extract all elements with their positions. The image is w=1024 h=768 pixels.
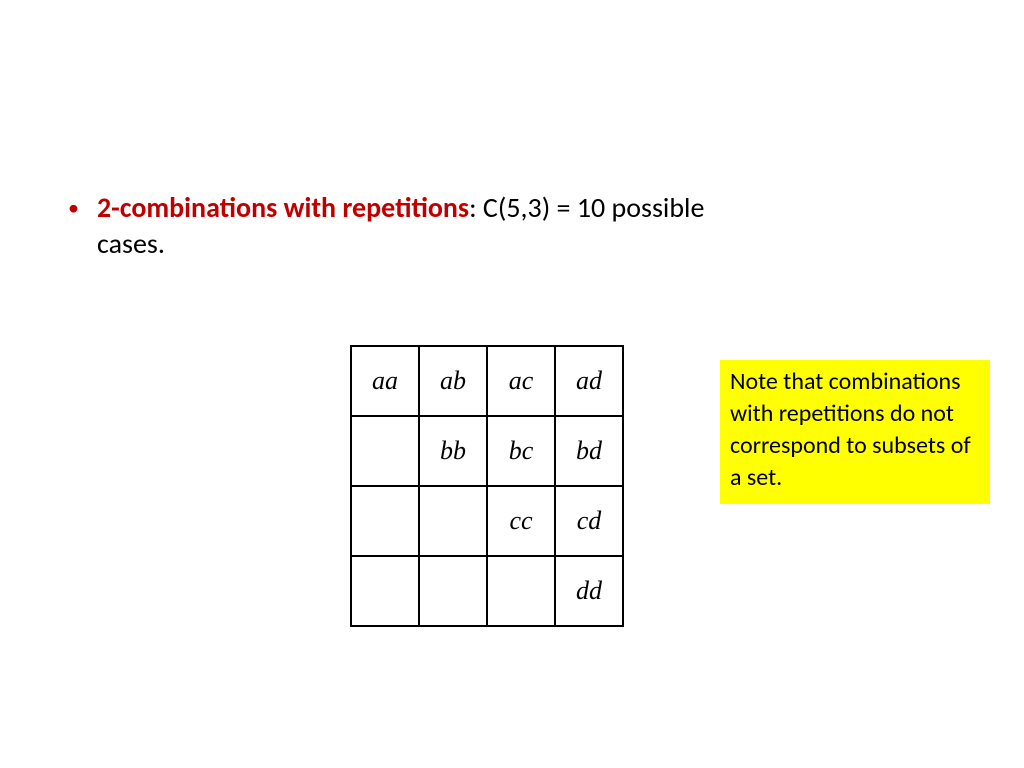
table-cell	[351, 556, 419, 626]
table-row: aa ab ac ad	[351, 346, 623, 416]
table-cell: aa	[351, 346, 419, 416]
table-cell: ac	[487, 346, 555, 416]
table-cell	[419, 486, 487, 556]
table-cell: bb	[419, 416, 487, 486]
note-text: Note that combinations with repetitions …	[730, 367, 971, 492]
note-callout: Note that combinations with repetitions …	[720, 360, 990, 504]
bullet-item: • 2-combinations with repetitions: C(5,3…	[68, 190, 768, 262]
table-row: bb bc bd	[351, 416, 623, 486]
table-cell: dd	[555, 556, 623, 626]
bullet-text: 2-combinations with repetitions: C(5,3) …	[97, 190, 768, 262]
table-cell	[419, 556, 487, 626]
table-cell: ab	[419, 346, 487, 416]
table-row: dd	[351, 556, 623, 626]
bullet-title-bold: 2-combinations with repetitions	[97, 190, 469, 225]
table-cell: cd	[555, 486, 623, 556]
table-cell: bd	[555, 416, 623, 486]
table-cell	[487, 556, 555, 626]
table-row: cc cd	[351, 486, 623, 556]
combinations-table: aa ab ac ad bb bc bd cc cd dd	[350, 345, 624, 627]
table-cell	[351, 416, 419, 486]
table-cell: ad	[555, 346, 623, 416]
bullet-icon: •	[68, 190, 79, 226]
table-cell: cc	[487, 486, 555, 556]
table-cell: bc	[487, 416, 555, 486]
table-cell	[351, 486, 419, 556]
